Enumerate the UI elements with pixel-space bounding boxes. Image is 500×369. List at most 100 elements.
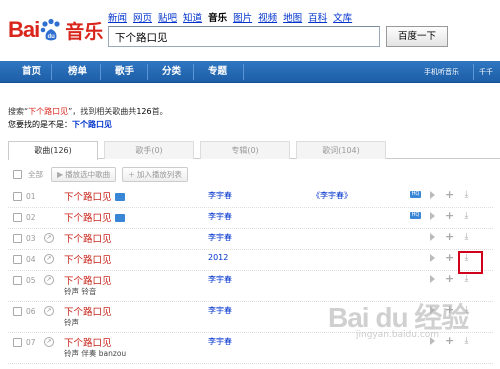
add-icon[interactable]: +: [445, 188, 454, 201]
song-checkbox[interactable]: [13, 234, 22, 243]
nav-item[interactable]: 知道: [183, 10, 202, 24]
menu-charts[interactable]: 榜单: [68, 61, 87, 83]
song-title-link[interactable]: 下个路口见: [64, 273, 112, 287]
play-icon[interactable]: [430, 275, 435, 283]
song-title-link[interactable]: 下个路口见: [64, 252, 112, 266]
song-title: 下个路口见: [64, 192, 112, 203]
song-checkbox[interactable]: [13, 338, 22, 347]
share-icon: ↗: [44, 337, 54, 347]
paw-icon: du: [40, 18, 60, 41]
song-row: 03 ↗ 下个路口见 李宇春 + ⤓: [8, 229, 493, 250]
watermark-url: jingyan.baidu.com: [356, 330, 440, 340]
paw-du-text: du: [48, 34, 56, 40]
header: Bai du 音乐 新闻 网页 贴吧 知道 音乐 图片 视频 地图 百科 文库 下个路口见 百度一…: [0, 0, 500, 60]
play-icon[interactable]: [430, 254, 435, 262]
nav-item[interactable]: 图片: [233, 10, 252, 24]
select-all-label: 全部: [28, 169, 43, 179]
download-icon[interactable]: ⤓: [461, 336, 472, 347]
play-selected-button[interactable]: ▶ 播放选中歌曲: [51, 166, 117, 182]
nav-item[interactable]: 地图: [283, 10, 302, 24]
nav-item[interactable]: 文库: [333, 10, 352, 24]
product-nav: 新闻 网页 贴吧 知道 音乐 图片 视频 地图 百科 文库: [108, 10, 352, 24]
menu-categories[interactable]: 分类: [162, 61, 181, 83]
menu-divider: [147, 64, 148, 80]
did-you-mean: 您要找的是不是：下个路口见: [8, 119, 112, 130]
song-tags: 铃声 伴奏 banzou: [64, 349, 127, 358]
nav-item[interactable]: 音乐: [208, 10, 227, 24]
play-icon[interactable]: [430, 191, 435, 199]
artist-link[interactable]: 2012: [208, 253, 228, 262]
logo-yinyue: 音乐: [65, 20, 104, 43]
add-to-list-button[interactable]: + 加入播放列表: [122, 166, 188, 182]
menu-qianqian[interactable]: 千千: [479, 61, 493, 83]
download-icon[interactable]: ⤓: [461, 232, 472, 243]
song-number: 06: [26, 307, 36, 316]
suggestion-link[interactable]: 下个路口见: [72, 120, 112, 129]
menu-topics[interactable]: 专题: [208, 61, 227, 83]
result-tabs: 歌曲(126) 歌手(0) 专辑(0) 歌词(104): [8, 141, 500, 160]
tab-albums[interactable]: 专辑(0): [200, 141, 290, 159]
plus-icon: +: [128, 169, 135, 179]
play-icon[interactable]: [430, 212, 435, 220]
summary-middle: ”，找到相关歌曲共: [68, 107, 137, 116]
song-checkbox[interactable]: [13, 276, 22, 285]
artist-link[interactable]: 李宇春: [208, 211, 232, 222]
summary-suffix: 首。: [151, 107, 168, 116]
song-title-link[interactable]: 下个路口见: [64, 304, 112, 318]
menu-divider: [193, 64, 194, 80]
artist-link[interactable]: 李宇春: [208, 190, 232, 201]
menu-singers[interactable]: 歌手: [115, 61, 134, 83]
song-title-link[interactable]: 下个路口见: [64, 335, 112, 349]
play-selected-label: 播放选中歌曲: [65, 169, 111, 179]
result-summary: 搜索“下个路口见”，找到相关歌曲共126首。: [8, 106, 168, 117]
baidu-music-logo[interactable]: Bai du 音乐: [8, 14, 103, 46]
play-icon[interactable]: [430, 233, 435, 241]
nav-item[interactable]: 新闻: [108, 10, 127, 24]
add-icon[interactable]: +: [445, 230, 454, 243]
tab-lyrics[interactable]: 歌词(104): [296, 141, 386, 159]
add-icon[interactable]: +: [445, 251, 454, 264]
artist-link[interactable]: 李宇春: [208, 305, 232, 316]
song-title: 下个路口见: [64, 234, 112, 245]
hq-badge: HQ: [410, 212, 421, 219]
share-icon: ↗: [44, 306, 54, 316]
download-highlight-box: [458, 251, 483, 274]
download-icon[interactable]: ⤓: [461, 211, 472, 222]
tab-songs[interactable]: 歌曲(126): [8, 141, 98, 160]
mv-icon[interactable]: [114, 213, 125, 222]
song-title: 下个路口见: [64, 255, 112, 266]
select-all-checkbox[interactable]: [13, 169, 22, 179]
artist-link[interactable]: 李宇春: [208, 232, 232, 243]
song-checkbox[interactable]: [13, 192, 22, 201]
song-title-link[interactable]: 下个路口见: [64, 231, 112, 245]
nav-item[interactable]: 百科: [308, 10, 327, 24]
download-icon[interactable]: ⤓: [461, 274, 472, 285]
song-checkbox[interactable]: [13, 255, 22, 264]
nav-item[interactable]: 贴吧: [158, 10, 177, 24]
artist-link[interactable]: 李宇春: [208, 274, 232, 285]
summary-count: 126: [136, 107, 152, 116]
song-number: 03: [26, 234, 36, 243]
main-menu: 首页 榜单 歌手 分类 专题 手机听音乐 千千: [0, 61, 500, 83]
song-tags: 铃声 铃音: [64, 287, 97, 296]
artist-link[interactable]: 李宇春: [208, 336, 232, 347]
album-link[interactable]: 《李宇春》: [312, 190, 352, 201]
song-title-link[interactable]: 下个路口见: [64, 210, 125, 224]
tab-singers[interactable]: 歌手(0): [104, 141, 194, 159]
song-checkbox[interactable]: [13, 213, 22, 222]
add-icon[interactable]: +: [445, 272, 454, 285]
song-checkbox[interactable]: [13, 307, 22, 316]
search-button[interactable]: 百度一下: [386, 26, 448, 47]
menu-mobile-music[interactable]: 手机听音乐: [424, 61, 459, 83]
nav-item[interactable]: 视频: [258, 10, 277, 24]
add-to-list-label: 加入播放列表: [136, 169, 182, 179]
mv-icon[interactable]: [114, 192, 125, 201]
logo-text-bai: Bai: [8, 17, 40, 42]
song-title-link[interactable]: 下个路口见: [64, 189, 125, 203]
download-icon[interactable]: ⤓: [461, 190, 472, 201]
menu-divider: [51, 64, 52, 80]
nav-item[interactable]: 网页: [133, 10, 152, 24]
search-input[interactable]: 下个路口见: [108, 26, 380, 47]
menu-home[interactable]: 首页: [22, 61, 41, 83]
add-icon[interactable]: +: [445, 209, 454, 222]
